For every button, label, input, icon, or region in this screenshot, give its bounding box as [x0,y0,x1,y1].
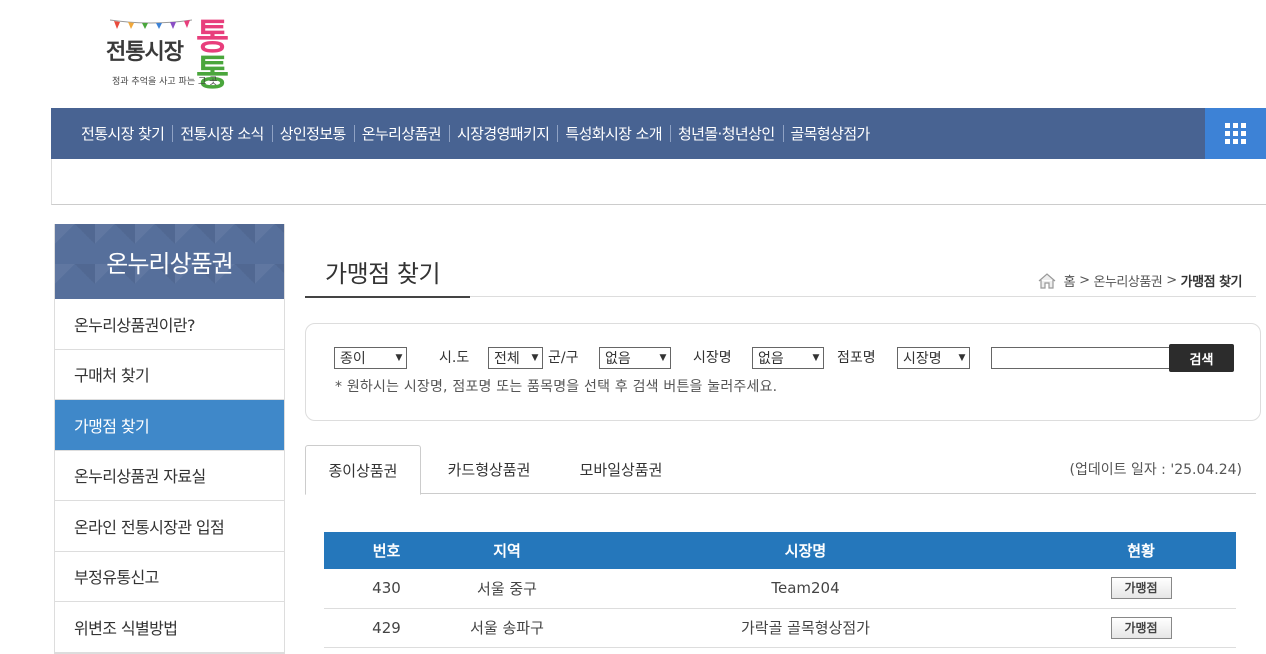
cell-region: 서울 중구 [449,569,565,609]
sub-nav-bar [51,159,1266,205]
cell-no: 429 [324,608,449,648]
chevron-down-icon: ▼ [659,353,667,363]
voucher-type-select[interactable]: 종이 ▼ [334,347,407,369]
nav-item-market-news[interactable]: 전통시장 소식 [172,123,271,144]
tab-mobile[interactable]: 모바일상품권 [555,445,687,494]
gungu-label: 군/구 [548,350,579,366]
store-label: 점포명 [837,350,876,366]
cell-region: 서울 송파구 [449,608,565,648]
keyword-input[interactable] [991,347,1170,369]
voucher-type-value: 종이 [340,351,366,367]
page-title: 가맹점 찾기 [305,254,470,298]
breadcrumb-current: 가맹점 찾기 [1180,275,1243,290]
voucher-tabs: 종이상품권 카드형상품권 모바일상품권 (업데이트 일자 : '25.04.24… [305,445,1256,495]
sido-value: 전체 [494,351,520,367]
title-divider [470,296,1256,297]
store-table: 번호 지역 시장명 현황 430 서울 중구 Team204 가맹점 429 서… [324,532,1236,648]
column-header-market: 시장명 [784,542,827,560]
sidebar-item-counterfeit[interactable]: 위변조 식별방법 [55,602,284,653]
breadcrumb: 홈 > 온누리상품권 > 가맹점 찾기 [1038,271,1243,290]
nav-item-onnuri[interactable]: 온누리상품권 [353,123,449,144]
sidebar-item-archive[interactable]: 온누리상품권 자료실 [55,451,284,501]
cell-no: 430 [324,569,449,609]
store-list-button[interactable]: 가맹점 [1110,577,1172,600]
chevron-right-icon: > [1166,273,1177,288]
site-logo[interactable]: 전통시장 통통 정과 추억을 사고 파는 그 곳 [104,16,254,92]
main-nav: 전통시장 찾기 전통시장 소식 상인정보통 온누리상품권 시장경영패키지 특성화… [51,108,1266,159]
cell-market: Team204 [565,569,1046,609]
market-label: 시장명 [693,350,732,366]
main-nav-list: 전통시장 찾기 전통시장 소식 상인정보통 온누리상품권 시장경영패키지 특성화… [73,108,878,159]
store-value: 시장명 [903,351,942,367]
sidebar: 온누리상품권 온누리상품권이란? 구매처 찾기 가맹점 찾기 온누리상품권 자료… [54,224,285,654]
cell-status: 가맹점 [1046,608,1236,648]
table-row: 429 서울 송파구 가락골 골목형상점가 가맹점 [324,608,1236,648]
chevron-down-icon: ▼ [531,353,539,363]
nav-item-market-find[interactable]: 전통시장 찾기 [73,123,172,144]
breadcrumb-home[interactable]: 홈 [1064,271,1076,290]
sidebar-item-online[interactable]: 온라인 전통시장관 입점 [55,501,284,552]
sidebar-item-store-find[interactable]: 가맹점 찾기 [55,400,284,451]
column-header-no: 번호 [372,542,401,560]
chevron-down-icon: ▼ [395,353,403,363]
sidebar-item-about[interactable]: 온누리상품권이란? [55,299,284,350]
search-note: * 원하시는 시장명, 점포명 또는 품목명을 선택 후 검색 버튼을 눌러주세… [335,379,778,395]
chevron-down-icon: ▼ [958,353,966,363]
sidebar-title: 온누리상품권 [106,250,233,278]
sido-select[interactable]: 전체 ▼ [488,347,543,369]
tab-card[interactable]: 카드형상품권 [423,445,555,494]
store-select[interactable]: 시장명 ▼ [897,347,970,369]
chevron-down-icon: ▼ [812,353,820,363]
home-icon [1038,272,1056,289]
search-panel: 종이 ▼ 시.도 전체 ▼ 군/구 없음 ▼ 시장명 없음 ▼ 점포명 시장명 … [305,323,1261,421]
grid-menu-icon [1225,123,1246,144]
sidebar-header: 온누리상품권 [55,224,284,299]
column-header-region: 지역 [493,542,521,560]
gungu-value: 없음 [605,351,631,367]
nav-item-package[interactable]: 시장경영패키지 [448,123,557,144]
gungu-select[interactable]: 없음 ▼ [599,347,671,369]
nav-item-merchant-info[interactable]: 상인정보통 [271,123,354,144]
store-list-button[interactable]: 가맹점 [1110,616,1172,639]
sidebar-item-purchase[interactable]: 구매처 찾기 [55,350,284,400]
sidebar-item-report[interactable]: 부정유통신고 [55,552,284,602]
search-button[interactable]: 검색 [1169,344,1234,372]
market-value: 없음 [758,351,784,367]
column-header-status: 현황 [1127,542,1155,560]
tab-paper[interactable]: 종이상품권 [305,445,421,495]
nav-item-special-market[interactable]: 특성화시장 소개 [557,123,670,144]
cell-status: 가맹점 [1046,569,1236,609]
nav-item-youth-mall[interactable]: 청년몰·청년상인 [669,123,783,144]
breadcrumb-section[interactable]: 온누리상품권 [1094,271,1163,290]
update-date: (업데이트 일자 : '25.04.24) [1069,462,1242,478]
cell-market: 가락골 골목형상점가 [565,608,1046,648]
market-select[interactable]: 없음 ▼ [752,347,824,369]
logo-brand-1: 통 [196,17,229,58]
bunting-icon [110,19,192,29]
sido-label: 시.도 [439,350,470,366]
all-menu-button[interactable] [1205,108,1266,159]
nav-item-alley-market[interactable]: 골목형상점가 [782,123,878,144]
logo-text: 전통시장 [106,40,184,65]
table-header-row: 번호 지역 시장명 현황 [324,532,1236,569]
logo-subtitle: 정과 추억을 사고 파는 그 곳 [112,77,218,87]
chevron-right-icon: > [1079,273,1090,288]
table-row: 430 서울 중구 Team204 가맹점 [324,569,1236,609]
